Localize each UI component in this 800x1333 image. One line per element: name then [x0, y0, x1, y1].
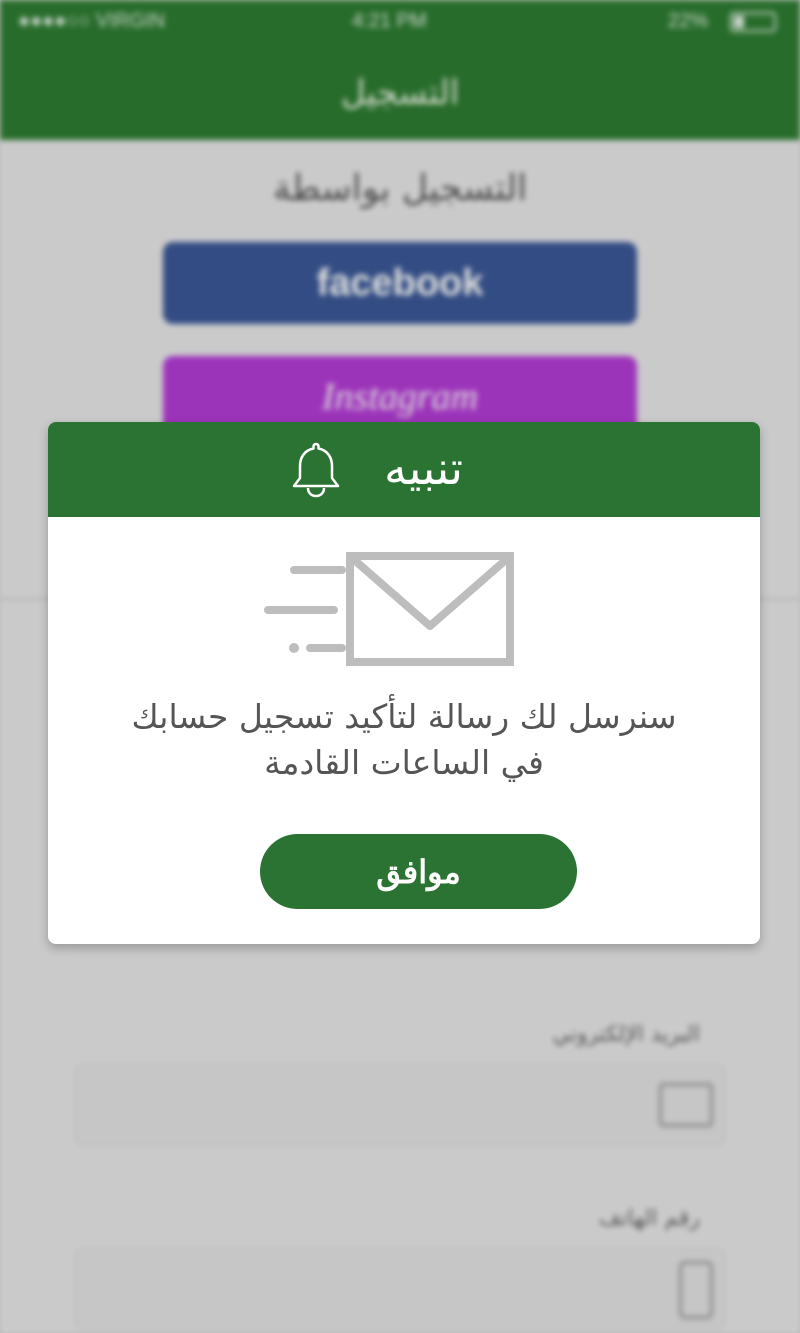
- dialog-message: سنرسل لك رسالة لتأكيد تسجيل حسابك في الس…: [68, 694, 740, 786]
- mail-icon: [264, 552, 514, 666]
- bell-icon: [292, 442, 340, 498]
- message-line-1: سنرسل لك رسالة لتأكيد تسجيل حسابك: [131, 697, 677, 736]
- dialog-header: تنبيه: [48, 422, 760, 517]
- message-line-2: في الساعات القادمة: [264, 743, 544, 782]
- alert-dialog: تنبيه سنرسل لك رسالة لتأكيد تسجيل حسابك …: [48, 422, 760, 944]
- ok-button[interactable]: موافق: [260, 834, 577, 909]
- dialog-title: تنبيه: [384, 441, 464, 495]
- app-root: ●●●●○○ VIRGIN 4:21 PM 22% التسجيل التسجي…: [0, 0, 800, 1333]
